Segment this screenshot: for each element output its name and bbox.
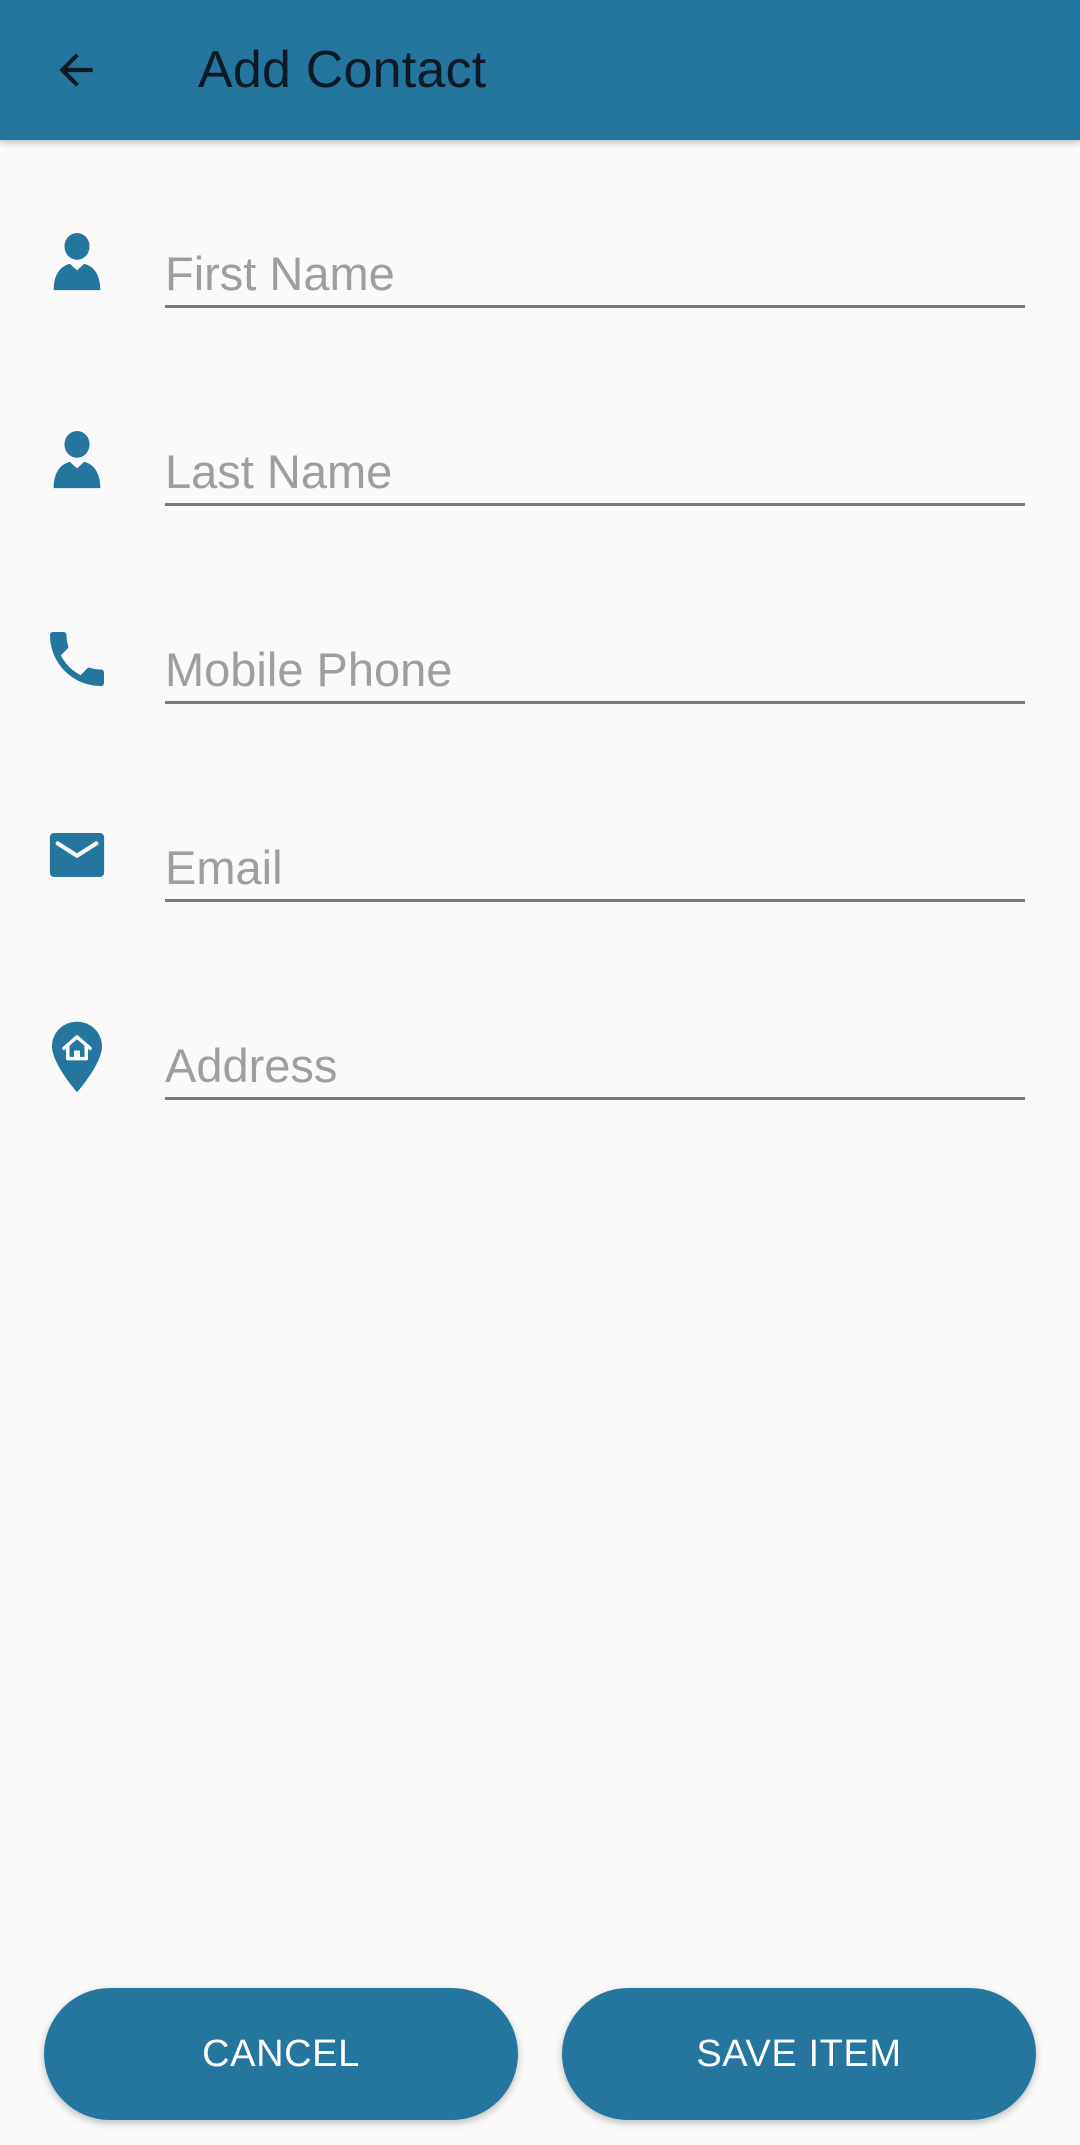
app-bar: Add Contact [0, 0, 1080, 140]
mobile-phone-field[interactable] [165, 638, 1025, 704]
person-icon [38, 222, 116, 300]
email-field[interactable] [165, 836, 1025, 902]
mobile-phone-row [0, 608, 1080, 748]
first-name-row [0, 212, 1080, 352]
address-row [0, 1004, 1080, 1144]
first-name-field[interactable] [165, 242, 1025, 308]
email-row [0, 806, 1080, 946]
last-name-row [0, 410, 1080, 550]
address-field[interactable] [165, 1034, 1025, 1100]
page-title: Add Contact [198, 41, 487, 99]
phone-icon [38, 620, 116, 698]
back-button[interactable] [34, 28, 118, 112]
home-pin-icon [38, 1018, 116, 1096]
mail-icon [38, 816, 116, 894]
last-name-field[interactable] [165, 440, 1025, 506]
person-icon [38, 420, 116, 498]
save-item-button[interactable]: SAVE ITEM [562, 1988, 1036, 2120]
cancel-button[interactable]: CANCEL [44, 1988, 518, 2120]
arrow-left-icon [59, 53, 93, 87]
